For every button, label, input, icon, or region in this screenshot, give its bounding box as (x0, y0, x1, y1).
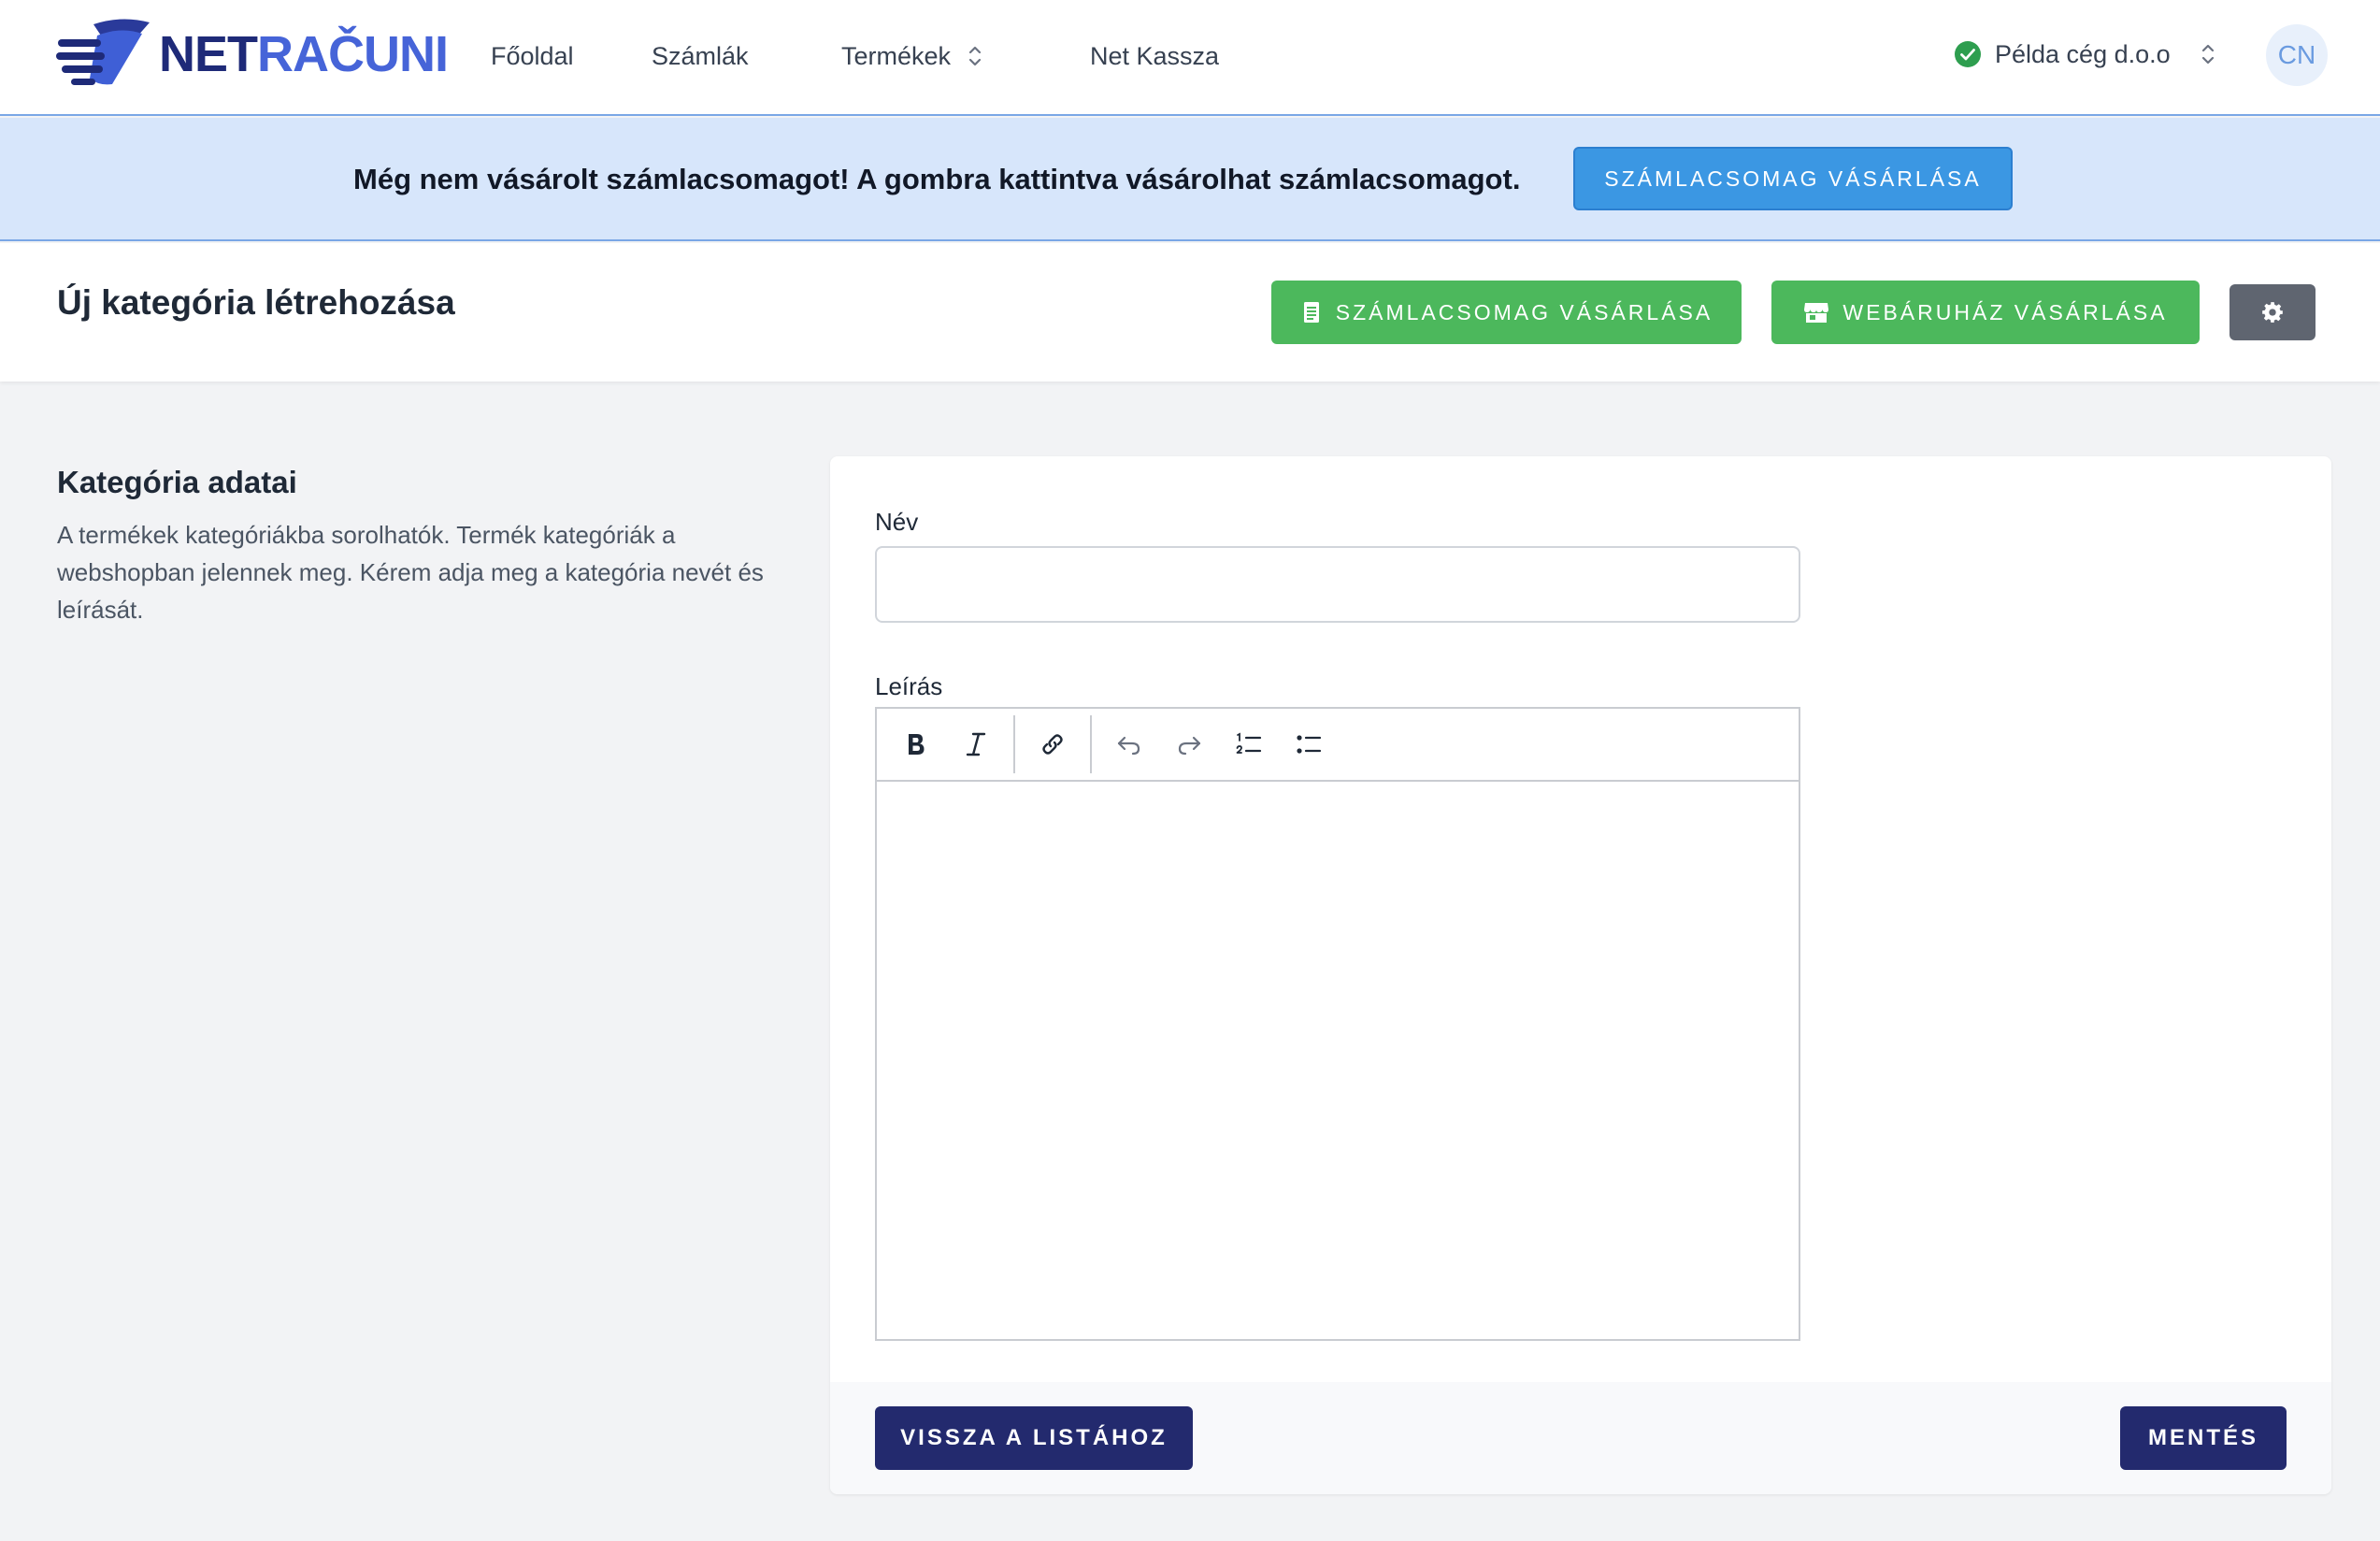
settings-button[interactable] (2229, 284, 2315, 340)
nav-item-home-label: Főoldal (491, 42, 574, 70)
nav-item-products-label: Termékek (841, 42, 952, 70)
gear-icon (2262, 302, 2283, 323)
store-icon (1804, 303, 1829, 323)
buy-invoice-package-button[interactable]: SZÁMLACSOMAG VÁSÁRLÁSA (1271, 281, 1742, 344)
section-title: Kategória adatai (57, 465, 297, 499)
back-to-list-button[interactable]: VISSZA A LISTÁHOZ (875, 1406, 1193, 1470)
description-field-label: Leírás (875, 672, 943, 700)
page-header: Új kategória létrehozása SZÁMLACSOMAG VÁ… (0, 243, 2380, 382)
category-form-card: Név Leírás VISSZA A LISTÁHOZ MENTÉS (830, 456, 2331, 1494)
bold-icon (909, 734, 925, 755)
buy-invoice-package-label: SZÁMLACSOMAG VÁSÁRLÁSA (1335, 299, 1713, 324)
nav-item-invoices[interactable]: Számlák (652, 37, 749, 75)
user-avatar[interactable]: CN (2266, 24, 2328, 86)
toolbar-separator (1013, 715, 1015, 773)
document-icon (1303, 302, 1319, 323)
undo-button[interactable] (1099, 715, 1159, 773)
top-navigation: NETRAČUNI Főoldal Számlák Termékek Net K… (0, 0, 2380, 116)
nav-item-home[interactable]: Főoldal (491, 37, 574, 75)
nav-item-net-kassza[interactable]: Net Kassza (1090, 37, 1219, 75)
buy-webshop-button[interactable]: WEBÁRUHÁZ VÁSÁRLÁSA (1771, 281, 2200, 344)
logo-mark-icon (56, 19, 150, 85)
redo-icon (1178, 736, 1201, 756)
ordered-list-icon (1236, 732, 1262, 754)
editor-content-area[interactable] (877, 782, 1799, 1339)
chevron-up-down-icon (2201, 44, 2214, 65)
banner-buy-package-button[interactable]: SZÁMLACSOMAG VÁSÁRLÁSA (1573, 147, 2013, 210)
toolbar-separator (1090, 715, 1092, 773)
chevron-up-down-icon (968, 46, 982, 66)
package-notice-banner: Még nem vásárolt számlacsomagot! A gombr… (0, 118, 2380, 241)
bullet-list-icon (1297, 735, 1322, 754)
link-button[interactable] (1023, 715, 1082, 773)
brand-name: NETRAČUNI (159, 26, 449, 82)
check-circle-icon (1955, 41, 1981, 67)
editor-toolbar (877, 709, 1799, 782)
link-icon (1042, 734, 1063, 755)
bullet-list-button[interactable] (1279, 715, 1339, 773)
section-description: A termékek kategóriákba sorolhatók. Term… (57, 521, 764, 624)
company-name: Példa cég d.o.o (1995, 40, 2171, 68)
bold-button[interactable] (886, 715, 946, 773)
banner-message: Még nem vásárolt számlacsomagot! A gombr… (353, 163, 1521, 195)
buy-webshop-label: WEBÁRUHÁZ VÁSÁRLÁSA (1842, 299, 2168, 324)
undo-icon (1117, 736, 1140, 756)
italic-button[interactable] (946, 715, 1006, 773)
italic-icon (966, 732, 986, 756)
avatar-initials: CN (2277, 40, 2316, 69)
save-button[interactable]: MENTÉS (2120, 1406, 2287, 1470)
nav-item-net-kassza-label: Net Kassza (1090, 42, 1220, 70)
page-title: Új kategória létrehozása (57, 283, 455, 322)
company-switcher[interactable]: Példa cég d.o.o (1954, 36, 2217, 73)
description-rich-text-editor (875, 707, 1800, 1341)
name-field-label: Név (875, 508, 919, 536)
brand-logo[interactable]: NETRAČUNI (56, 19, 449, 90)
redo-button[interactable] (1159, 715, 1219, 773)
nav-item-products[interactable]: Termékek (841, 37, 984, 75)
nav-item-invoices-label: Számlák (652, 42, 749, 70)
name-input[interactable] (875, 546, 1800, 623)
ordered-list-button[interactable] (1219, 715, 1279, 773)
